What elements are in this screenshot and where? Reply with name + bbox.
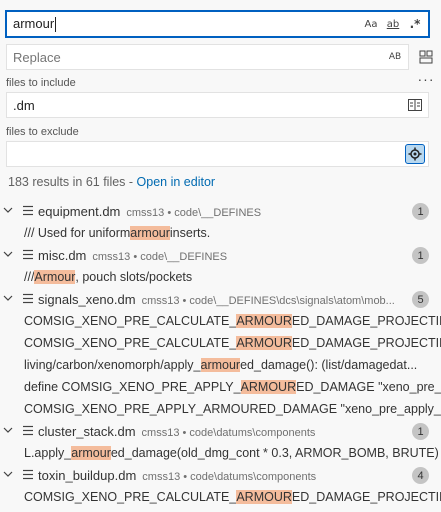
more-options-icon[interactable]: ··· bbox=[415, 68, 437, 90]
file-name: cluster_stack.dm cmss13 • code\datums\com… bbox=[38, 424, 315, 439]
file-path: cmss13 • code\__DEFINES bbox=[126, 206, 262, 219]
file-result-row[interactable]: misc.dm cmss13 • code\__DEFINES 1 bbox=[0, 244, 441, 266]
file-lines-icon bbox=[23, 293, 33, 304]
match-prefix: L.apply_ bbox=[24, 446, 72, 460]
match-highlight: ARMOUR bbox=[236, 314, 292, 328]
match-line[interactable]: COMSIG_XENO_PRE_CALCULATE_ARMOURED_DAMAG… bbox=[0, 486, 441, 508]
use-exclude-settings-icon[interactable] bbox=[405, 144, 425, 164]
file-result-row[interactable]: toxin_buildup.dm cmss13 • code\datums\com… bbox=[0, 464, 441, 486]
match-highlight: armour bbox=[130, 226, 170, 240]
file-result-row[interactable]: cluster_stack.dm cmss13 • code\datums\com… bbox=[0, 420, 441, 442]
match-line[interactable]: define COMSIG_XENO_PRE_APPLY_ ARMOUR ED_DA… bbox=[0, 376, 441, 398]
match-line[interactable]: COMSIG_XENO_PRE_CALCULATE_ARMOURED_DAMAG… bbox=[0, 508, 441, 512]
match-line[interactable]: living/carbon/xenomorph/apply_ armour ed_d… bbox=[0, 354, 441, 376]
match-line[interactable]: L.apply_ armour ed_damage(old_dmg_cont * 0… bbox=[0, 442, 441, 464]
match-prefix: define COMSIG_XENO_PRE_APPLY_ bbox=[24, 380, 241, 394]
match-whole-word-toggle[interactable]: ab bbox=[383, 14, 403, 34]
exclude-field[interactable] bbox=[6, 141, 429, 167]
replace-field[interactable]: Replace AB bbox=[6, 44, 409, 70]
match-count-badge: 1 bbox=[412, 247, 429, 264]
match-line[interactable]: COMSIG_XENO_PRE_APPLY_ARMOURED_DAMAGE "x… bbox=[0, 398, 441, 420]
file-lines-icon bbox=[23, 469, 33, 480]
file-path: cmss13 • code\__DEFINES bbox=[92, 250, 228, 263]
match-suffix: , pouch slots/pockets bbox=[75, 270, 193, 284]
file-result-row[interactable]: equipment.dm cmss13 • code\__DEFINES 1 bbox=[0, 200, 441, 222]
match-count-badge: 1 bbox=[412, 203, 429, 220]
use-regex-toggle[interactable]: .* bbox=[405, 14, 425, 34]
match-suffix: ED_DAMAGE "xeno_pre_a... bbox=[296, 380, 441, 394]
match-highlight: armour bbox=[200, 358, 241, 372]
file-path: cmss13 • code\__DEFINES\dcs\signals\atom… bbox=[141, 294, 395, 307]
replace-input[interactable]: Replace bbox=[13, 50, 385, 65]
preserve-case-toggle[interactable]: AB bbox=[385, 47, 405, 67]
replace-all-icon[interactable] bbox=[415, 46, 437, 68]
match-prefix: COMSIG_XENO_PRE_CALCULATE_ bbox=[24, 336, 237, 350]
match-suffix: ED_DAMAGE_PROJECTILE "... bbox=[291, 314, 441, 328]
exclude-label: files to exclude bbox=[6, 126, 79, 138]
chevron-down-icon[interactable] bbox=[3, 249, 13, 259]
match-prefix: COMSIG_XENO_PRE_APPLY_ARMOURED_DAMAGE "x… bbox=[24, 402, 441, 416]
match-highlight: ARMOUR bbox=[240, 380, 297, 394]
results-summary: 183 results in 61 files - Open in editor bbox=[8, 175, 215, 189]
match-line[interactable]: COMSIG_XENO_PRE_CALCULATE_ARMOURED_DAMAG… bbox=[0, 310, 441, 332]
file-name-text: toxin_buildup.dm bbox=[38, 467, 137, 483]
file-name-text: cluster_stack.dm bbox=[38, 423, 136, 439]
open-in-editor-link[interactable]: Open in editor bbox=[137, 175, 216, 189]
match-case-toggle[interactable]: Aa bbox=[361, 14, 381, 34]
chevron-down-icon[interactable] bbox=[3, 293, 13, 303]
match-suffix: ED_DAMAGE_PROJECTILE "... bbox=[291, 336, 441, 350]
match-highlight: ARMOUR bbox=[236, 490, 292, 504]
open-editors-only-icon[interactable] bbox=[405, 95, 425, 115]
match-prefix: /// bbox=[24, 270, 35, 284]
file-name-text: signals_xeno.dm bbox=[38, 291, 136, 307]
match-count-badge: 1 bbox=[412, 423, 429, 440]
match-suffix: inserts. bbox=[169, 226, 211, 240]
search-input[interactable]: armour bbox=[13, 16, 361, 33]
match-line[interactable]: /// Armour, pouch slots/pockets bbox=[0, 266, 441, 288]
match-prefix: COMSIG_XENO_PRE_CALCULATE_ bbox=[24, 314, 237, 328]
match-count-badge: 5 bbox=[412, 291, 429, 308]
file-result-row[interactable]: signals_xeno.dm cmss13 • code\__DEFINES\d… bbox=[0, 288, 441, 310]
file-name: signals_xeno.dm cmss13 • code\__DEFINES\d… bbox=[38, 292, 395, 307]
match-prefix: /// Used for uniform bbox=[24, 226, 131, 240]
file-name: misc.dm cmss13 • code\__DEFINES bbox=[38, 248, 227, 263]
file-name: equipment.dm cmss13 • code\__DEFINES bbox=[38, 204, 261, 219]
file-path: cmss13 • code\datums\components bbox=[141, 426, 316, 439]
include-label: files to include bbox=[6, 77, 76, 89]
file-name: toxin_buildup.dm cmss13 • code\datums\com… bbox=[38, 468, 316, 483]
match-line[interactable]: COMSIG_XENO_PRE_CALCULATE_ARMOURED_DAMAG… bbox=[0, 332, 441, 354]
match-suffix: ED_DAMAGE_PROJECTILE, bbox=[291, 490, 441, 504]
include-field[interactable]: .dm bbox=[6, 92, 429, 118]
match-highlight: Armour bbox=[34, 270, 76, 284]
chevron-down-icon[interactable] bbox=[3, 425, 13, 435]
match-suffix: ed_damage(): (list/damagedat... bbox=[240, 358, 418, 372]
file-lines-icon bbox=[23, 249, 33, 260]
file-path: cmss13 • code\datums\components bbox=[142, 470, 317, 483]
search-field[interactable]: armour Aa ab .* bbox=[5, 10, 430, 38]
results-count: 183 results in 61 files - bbox=[8, 175, 137, 189]
chevron-down-icon[interactable] bbox=[3, 469, 13, 479]
match-highlight: armour bbox=[71, 446, 111, 460]
match-suffix: ed_damage(old_dmg_cont * 0.3, ARMOR_BOMB… bbox=[110, 446, 439, 460]
results-tree: equipment.dm cmss13 • code\__DEFINES 1 /// … bbox=[0, 200, 441, 512]
match-count-badge: 4 bbox=[412, 467, 429, 484]
file-lines-icon bbox=[23, 205, 33, 216]
match-highlight: ARMOUR bbox=[236, 336, 292, 350]
match-prefix: living/carbon/xenomorph/apply_ bbox=[24, 358, 201, 372]
match-line[interactable]: /// Used for uniform armour inserts. bbox=[0, 222, 441, 244]
chevron-down-icon[interactable] bbox=[3, 205, 13, 215]
match-prefix: COMSIG_XENO_PRE_CALCULATE_ bbox=[24, 490, 237, 504]
file-lines-icon bbox=[23, 425, 33, 436]
file-name-text: equipment.dm bbox=[38, 203, 121, 219]
include-input[interactable]: .dm bbox=[13, 98, 405, 113]
file-name-text: misc.dm bbox=[38, 247, 87, 263]
